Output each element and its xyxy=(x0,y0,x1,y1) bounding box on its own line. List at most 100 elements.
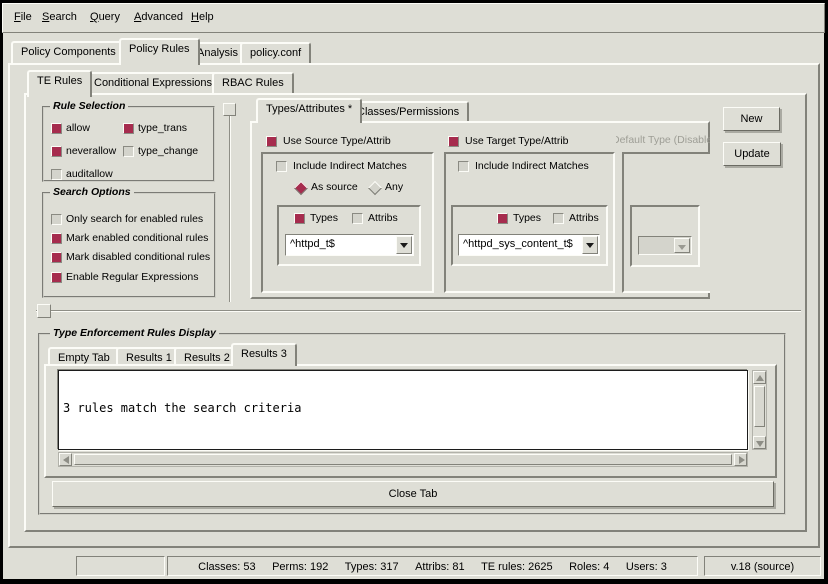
status-empty-segment xyxy=(76,556,165,576)
status-roles: Roles: 4 xyxy=(569,561,609,573)
status-classes: Classes: 53 xyxy=(198,561,255,573)
results-summary: 3 rules match the search criteria xyxy=(63,402,747,416)
scroll-left-arrow-icon[interactable] xyxy=(59,453,72,466)
tab-rbac-rules[interactable]: RBAC Rules xyxy=(212,72,294,93)
checkbox-enable-regex[interactable] xyxy=(51,272,62,283)
checkbox-source-types-label: Types xyxy=(310,212,338,225)
status-version: v.18 (source) xyxy=(731,561,794,573)
default-type-section: Default Type (Disabled) xyxy=(616,128,710,299)
tab-policy-conf[interactable]: policy.conf xyxy=(240,42,311,63)
checkbox-mark-enabled-cond[interactable] xyxy=(51,233,62,244)
tab-results-1[interactable]: Results 1 xyxy=(116,347,182,364)
checkbox-allow[interactable] xyxy=(51,123,62,134)
pane-divider-vertical[interactable] xyxy=(229,106,231,302)
menu-help[interactable]: Help xyxy=(191,10,214,24)
checkbox-target-types-label: Types xyxy=(513,212,541,225)
checkbox-auditallow[interactable] xyxy=(51,169,62,180)
status-users: Users: 3 xyxy=(626,561,667,573)
tab-te-rules[interactable]: TE Rules xyxy=(27,70,92,97)
results-blank-line xyxy=(63,443,747,451)
checkbox-mark-disabled-cond-label: Mark disabled conditional rules xyxy=(66,251,210,264)
menu-query-label: Q xyxy=(90,11,99,23)
checkbox-source-indirect[interactable] xyxy=(276,161,287,172)
horizontal-scrollbar-thumb[interactable] xyxy=(74,454,732,465)
radio-any-label: Any xyxy=(385,181,403,194)
update-button[interactable]: Update xyxy=(723,142,781,166)
checkbox-use-target[interactable] xyxy=(448,136,459,147)
checkbox-neverallow-label: neverallow xyxy=(66,145,116,158)
scroll-down-arrow-icon[interactable] xyxy=(753,436,766,449)
checkbox-source-attribs-label: Attribs xyxy=(368,212,398,225)
new-button[interactable]: New xyxy=(723,107,780,131)
target-type-combobox[interactable]: ^httpd_sys_content_t$ xyxy=(458,234,600,256)
tab-conditional-expressions[interactable]: Conditional Expressions xyxy=(84,72,222,93)
menu-search[interactable]: Search xyxy=(42,10,77,24)
radio-any[interactable] xyxy=(368,181,381,194)
status-attribs: Attribs: 81 xyxy=(415,561,465,573)
checkbox-use-target-label: Use Target Type/Attrib xyxy=(465,135,569,148)
source-type-dropdown-arrow-icon[interactable] xyxy=(396,236,412,254)
radio-as-source[interactable] xyxy=(294,181,307,194)
checkbox-target-indirect[interactable] xyxy=(458,161,469,172)
source-type-value: ^httpd_t$ xyxy=(290,238,335,250)
checkbox-auditallow-label: auditallow xyxy=(66,168,113,181)
te-rules-display-title: Type Enforcement Rules Display xyxy=(50,327,219,339)
checkbox-allow-label: allow xyxy=(66,122,90,135)
checkbox-neverallow[interactable] xyxy=(51,146,62,157)
tab-policy-rules[interactable]: Policy Rules xyxy=(119,38,200,65)
checkbox-mark-enabled-cond-label: Mark enabled conditional rules xyxy=(66,232,208,245)
checkbox-use-source-label: Use Source Type/Attrib xyxy=(283,135,391,148)
checkbox-target-attribs[interactable] xyxy=(553,213,564,224)
checkbox-type-trans[interactable] xyxy=(123,123,134,134)
radio-as-source-label: As source xyxy=(311,181,358,194)
pane-divider-vertical-handle[interactable] xyxy=(223,103,236,116)
default-type-combobox xyxy=(638,236,692,255)
tab-results-3[interactable]: Results 3 xyxy=(231,343,297,366)
results-text-area[interactable]: 3 rules match the search criteria (5822)… xyxy=(58,370,748,450)
pane-divider-horizontal-handle[interactable] xyxy=(37,304,51,318)
checkbox-only-enabled-rules-label: Only search for enabled rules xyxy=(66,213,203,226)
search-options-title: Search Options xyxy=(50,186,134,198)
checkbox-type-change-label: type_change xyxy=(138,145,198,158)
default-type-label: Default Type (Disabled) xyxy=(616,134,710,147)
checkbox-target-types[interactable] xyxy=(497,213,508,224)
checkbox-source-types[interactable] xyxy=(294,213,305,224)
close-tab-button[interactable]: Close Tab xyxy=(52,481,774,507)
status-version-segment: v.18 (source) xyxy=(704,556,821,576)
status-perms: Perms: 192 xyxy=(272,561,328,573)
rule-selection-title: Rule Selection xyxy=(50,100,128,112)
status-te-rules: TE rules: 2625 xyxy=(481,561,553,573)
vertical-scrollbar-thumb[interactable] xyxy=(754,386,765,427)
results-horizontal-scrollbar[interactable] xyxy=(58,452,748,467)
menu-help-label: H xyxy=(191,11,199,23)
target-type-value: ^httpd_sys_content_t$ xyxy=(463,238,573,250)
checkbox-source-attribs[interactable] xyxy=(352,213,363,224)
pane-divider-horizontal[interactable] xyxy=(36,310,801,312)
menu-file-label: F xyxy=(14,11,21,23)
status-stats-segment: Classes: 53 Perms: 192 Types: 317 Attrib… xyxy=(167,556,698,576)
source-type-combobox[interactable]: ^httpd_t$ xyxy=(285,234,414,256)
tab-empty-tab[interactable]: Empty Tab xyxy=(48,347,120,364)
checkbox-type-change[interactable] xyxy=(123,146,134,157)
status-types: Types: 317 xyxy=(345,561,399,573)
tab-policy-components[interactable]: Policy Components xyxy=(11,41,126,63)
checkbox-source-indirect-label: Include Indirect Matches xyxy=(293,160,407,173)
scroll-right-arrow-icon[interactable] xyxy=(734,453,747,466)
scroll-up-arrow-icon[interactable] xyxy=(753,371,766,384)
menu-bar xyxy=(2,3,825,33)
tab-types-attributes[interactable]: Types/Attributes * xyxy=(256,98,362,123)
target-type-dropdown-arrow-icon[interactable] xyxy=(582,236,598,254)
menu-query[interactable]: Query xyxy=(90,10,120,24)
tab-classes-permissions[interactable]: Classes/Permissions xyxy=(347,101,469,121)
checkbox-target-indirect-label: Include Indirect Matches xyxy=(475,160,589,173)
checkbox-use-source[interactable] xyxy=(266,136,277,147)
tab-results-2[interactable]: Results 2 xyxy=(174,347,240,364)
results-vertical-scrollbar[interactable] xyxy=(752,370,767,450)
checkbox-only-enabled-rules[interactable] xyxy=(51,214,62,225)
checkbox-type-trans-label: type_trans xyxy=(138,122,187,135)
apol-window: File Search Query Advanced Help Policy C… xyxy=(0,0,828,584)
menu-advanced[interactable]: Advanced xyxy=(134,10,183,24)
checkbox-mark-disabled-cond[interactable] xyxy=(51,252,62,263)
checkbox-enable-regex-label: Enable Regular Expressions xyxy=(66,271,199,284)
menu-file[interactable]: File xyxy=(14,10,32,24)
